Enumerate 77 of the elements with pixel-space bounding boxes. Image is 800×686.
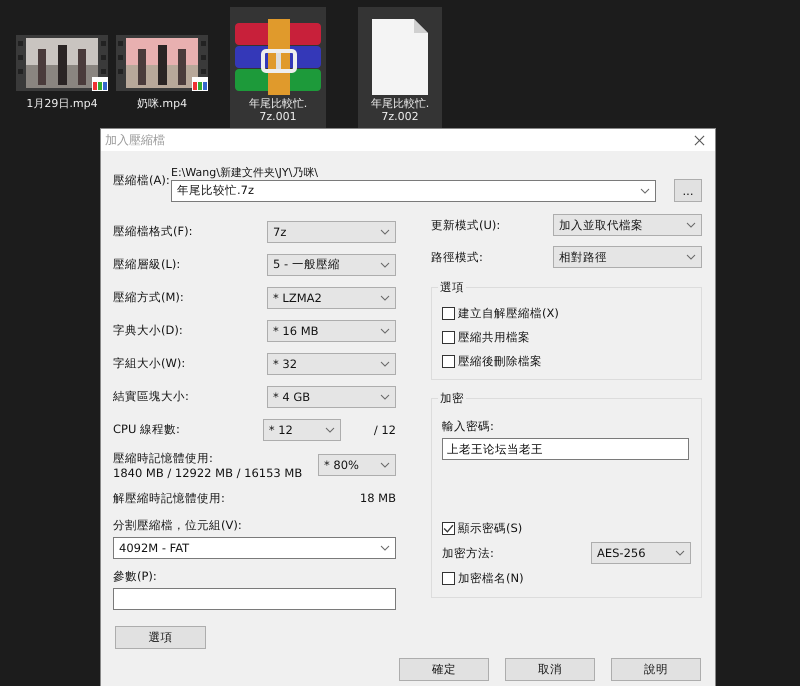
video-thumbnail-icon [116, 35, 208, 91]
chevron-icon [380, 462, 390, 468]
field-label: 路徑模式: [431, 250, 483, 264]
file-name: 7z.001 [259, 110, 297, 123]
blank-document-icon [370, 19, 430, 95]
memory-value: 18 MB [360, 491, 396, 505]
file-name: 7z.002 [381, 110, 419, 123]
checkbox[interactable]: 建立自解壓縮檔(X) [442, 302, 691, 326]
dropdown[interactable]: * 12 [262, 418, 341, 440]
chevron-icon [324, 426, 335, 432]
chevron-icon [380, 545, 390, 551]
field-label: 結實區塊大小: [113, 389, 189, 404]
browse-button[interactable]: ... [674, 179, 702, 202]
archive-name-combo[interactable]: 年尾比较忙.7z [171, 180, 656, 202]
dialog-button[interactable]: 確定 [399, 658, 489, 681]
dropdown[interactable]: AES-256 [591, 542, 691, 564]
thread-max: / 12 [374, 422, 396, 436]
field-label: 加密方法: [442, 546, 494, 560]
field-label: CPU 線程數: [113, 422, 180, 437]
field-label: 解壓縮時記憶體使用: [113, 490, 225, 506]
file-name: 年尾比較忙. [248, 97, 308, 110]
dialog-button[interactable]: 說明 [611, 658, 701, 681]
file-name: 奶咪.mp4 [136, 97, 188, 110]
chevron-icon [380, 262, 390, 268]
field-label: 更新模式(U): [431, 218, 500, 232]
options-button[interactable]: 選項 [115, 626, 206, 649]
dropdown[interactable]: * 32 [267, 352, 396, 374]
dropdown[interactable]: * 16 MB [267, 320, 396, 342]
parameters-field[interactable] [113, 588, 396, 610]
checkbox[interactable]: 壓縮後刪除檔案 [442, 349, 691, 374]
file-icon[interactable]: 1月29日.mp4 [14, 7, 110, 128]
dialog-button[interactable]: 取消 [505, 658, 595, 681]
dropdown[interactable]: * LZMA2 [267, 286, 396, 308]
dropdown[interactable]: 相對路徑 [553, 246, 702, 268]
archive-path: E:\Wang\新建文件夹\JY\乃咪\ [171, 165, 320, 179]
close-icon[interactable] [694, 134, 705, 146]
chevron-icon [380, 294, 390, 300]
checkbox[interactable]: 顯示密碼(S) [442, 515, 691, 541]
password-field[interactable]: 上老王论坛当老王 [442, 438, 689, 460]
selected-file-icon[interactable]: 年尾比較忙. 7z.002 [358, 7, 442, 128]
archive-books-icon [233, 19, 323, 95]
dropdown[interactable]: 4092M - FAT [113, 537, 396, 559]
selected-file-icon[interactable]: 年尾比較忙. 7z.001 [230, 7, 326, 128]
checkbox[interactable]: 加密檔名(N) [442, 565, 691, 591]
field-label: 壓縮時記憶體使用: [113, 450, 214, 466]
field-label: 輸入密碼: [442, 419, 495, 434]
dropdown[interactable]: * 80% [318, 454, 396, 476]
file-name: 年尾比較忙. [370, 97, 430, 110]
dropdown[interactable]: * 4 GB [267, 386, 396, 408]
chevron-icon [675, 550, 685, 556]
dropdown[interactable]: 7z [267, 220, 396, 242]
chevron-icon [380, 228, 390, 234]
memory-usage: 1840 MB / 12922 MB / 16153 MB [113, 466, 302, 480]
field-label: 字組大小(W): [113, 356, 186, 371]
field-label: 壓縮檔格式(F): [113, 224, 192, 239]
archive-label: 壓縮檔(A): [113, 173, 167, 189]
dropdown[interactable]: 加入並取代檔案 [553, 214, 702, 236]
field-label: 分割壓縮檔，位元組(V): [113, 518, 243, 533]
chevron-icon [380, 328, 390, 334]
field-label: 壓縮方式(M): [113, 290, 184, 305]
chevron-icon [686, 254, 696, 260]
file-icon[interactable]: 奶咪.mp4 [114, 7, 210, 128]
window-title: 加入壓縮檔 [105, 132, 165, 148]
check-icon [443, 522, 454, 534]
file-name: 1月29日.mp4 [26, 97, 98, 110]
group-title: 選項 [438, 280, 466, 295]
chevron-icon [380, 360, 390, 366]
field-label: 字典大小(D): [113, 323, 183, 338]
group-title: 加密 [438, 391, 466, 406]
chevron-icon [640, 188, 650, 194]
field-label: 參數(P): [113, 569, 158, 584]
chevron-icon [686, 222, 696, 228]
video-thumbnail-icon [16, 35, 108, 91]
checkbox[interactable]: 壓縮共用檔案 [442, 326, 691, 350]
field-label: 壓縮層級(L): [113, 257, 180, 272]
dropdown[interactable]: 5 - 一般壓縮 [267, 254, 396, 276]
chevron-icon [380, 394, 390, 400]
